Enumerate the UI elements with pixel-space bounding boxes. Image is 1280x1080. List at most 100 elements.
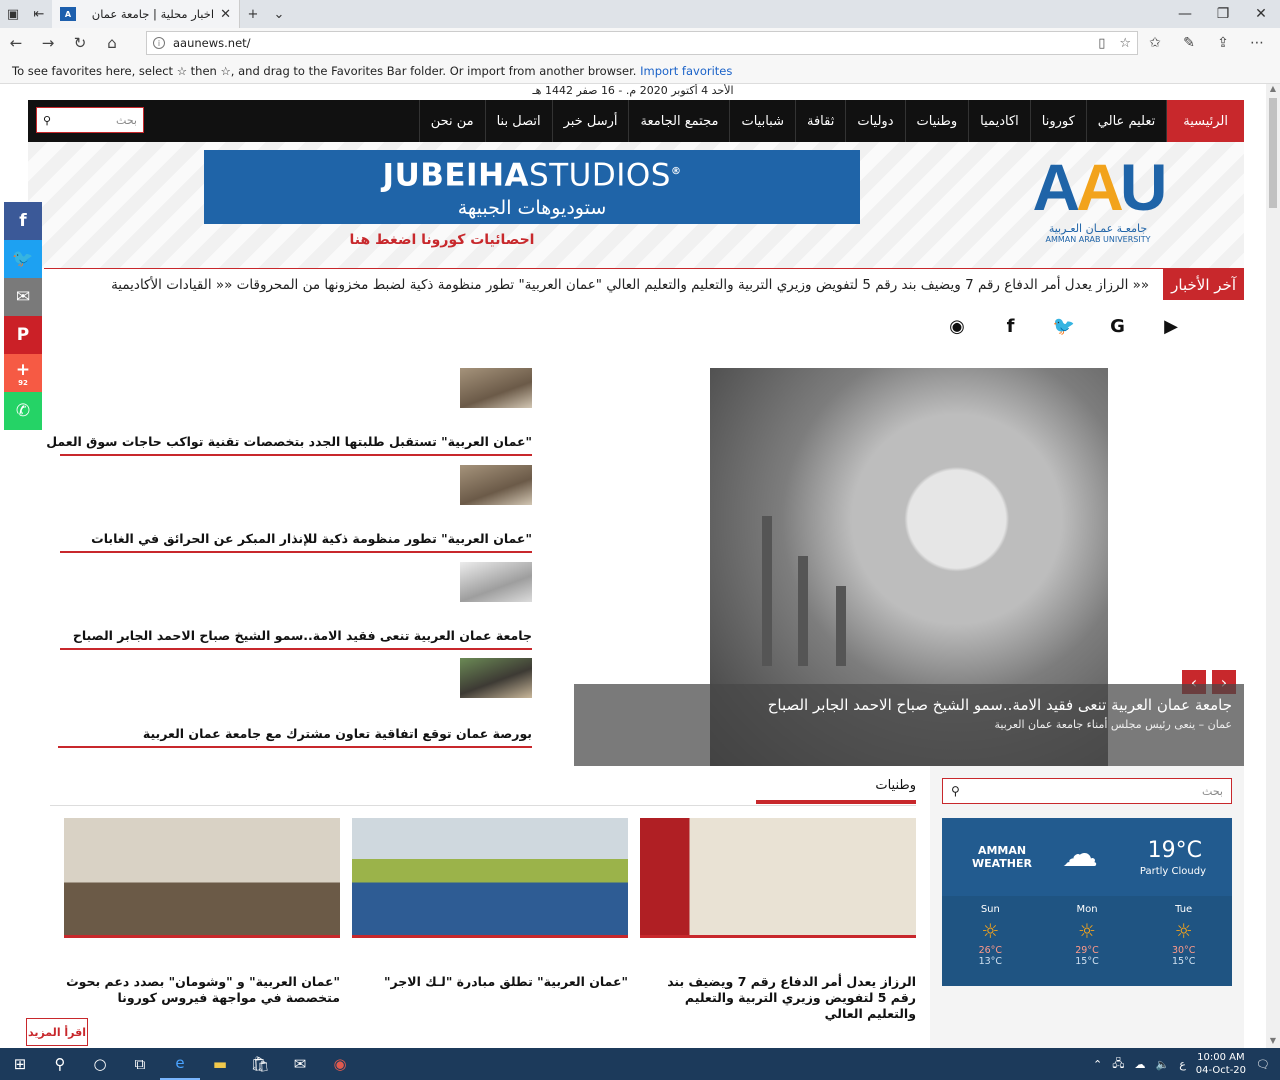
input-language[interactable]: ع bbox=[1179, 1058, 1186, 1071]
cortana-icon[interactable]: ○ bbox=[80, 1048, 120, 1080]
new-tab-icon[interactable]: + bbox=[240, 0, 266, 28]
news-card[interactable]: الرزاز يعدل أمر الدفاع رقم 7 ويضيف بند ر… bbox=[640, 818, 916, 1021]
nav-item-university-community[interactable]: مجتمع الجامعة bbox=[628, 100, 729, 142]
search-icon[interactable]: ⚲ bbox=[43, 114, 51, 127]
read-more-button[interactable]: اقرأ المزيد bbox=[26, 1018, 88, 1046]
slider-title[interactable]: جامعة عمان العربية تنعى فقيد الامة..سمو … bbox=[586, 696, 1232, 714]
featured-slider[interactable]: ‹ › جامعة عمان العربية تنعى فقيد الامة..… bbox=[574, 368, 1244, 766]
news-thumbnail[interactable] bbox=[460, 562, 532, 602]
volume-icon[interactable]: 🔈 bbox=[1156, 1058, 1170, 1071]
share-pinterest-icon[interactable]: P bbox=[4, 316, 42, 354]
sponsor-banner[interactable]: JUBEIHASTUDIOS® ستوديوهات الجبيهة bbox=[204, 150, 860, 224]
restore-icon[interactable]: ❐ bbox=[1204, 0, 1242, 28]
share-twitter-icon[interactable]: 🐦 bbox=[4, 240, 42, 278]
more-icon[interactable]: ⋯ bbox=[1240, 28, 1274, 58]
close-window-icon[interactable]: ✕ bbox=[1242, 0, 1280, 28]
notifications-icon[interactable]: 🗨 bbox=[1256, 1058, 1270, 1071]
news-title[interactable]: جامعة عمان العربية تنعى فقيد الامة..سمو … bbox=[73, 628, 532, 643]
twitter-icon[interactable]: 🐦 bbox=[1051, 313, 1077, 339]
windows-start-icon[interactable]: ⊞ bbox=[0, 1048, 40, 1080]
nav-item-higher-education[interactable]: تعليم عالي bbox=[1085, 100, 1166, 142]
ticker-text[interactable]: «« الرزاز يعدل أمر الدفاع رقم 7 ويضيف بن… bbox=[111, 277, 1163, 293]
section-title[interactable]: وطنيات bbox=[875, 778, 916, 793]
news-title[interactable]: "عمان العربية" تطور منظومة ذكية للإنذار … bbox=[91, 531, 532, 546]
news-title[interactable]: بورصة عمان توقع اتفاقية تعاون مشترك مع ج… bbox=[143, 726, 532, 741]
tab-actions-icon[interactable]: ▣ bbox=[0, 0, 26, 28]
nav-search-input[interactable]: بحث ⚲ bbox=[36, 107, 144, 133]
pen-icon[interactable]: ✎ bbox=[1172, 28, 1206, 58]
facebook-icon[interactable]: f bbox=[998, 313, 1024, 339]
task-view-icon[interactable]: ⧉ bbox=[120, 1048, 160, 1080]
home-icon[interactable]: ⌂ bbox=[96, 28, 128, 58]
news-thumbnail[interactable] bbox=[460, 368, 532, 408]
minimize-icon[interactable]: — bbox=[1166, 0, 1204, 28]
file-explorer-icon[interactable]: ▬ bbox=[200, 1048, 240, 1080]
nav-item-send-news[interactable]: أرسل خبر bbox=[551, 100, 629, 142]
reading-view-icon[interactable]: ▯ bbox=[1098, 36, 1105, 51]
url-text: aaunews.net/ bbox=[173, 36, 251, 50]
share-icon[interactable]: ⇪ bbox=[1206, 28, 1240, 58]
back-icon[interactable]: ← bbox=[0, 28, 32, 58]
chevron-down-icon[interactable]: ⌄ bbox=[266, 0, 292, 28]
site-logo[interactable]: AAU جامعـة عمـان العـربية AMMAN ARAB UNI… bbox=[1018, 152, 1178, 260]
close-tab-icon[interactable]: ✕ bbox=[220, 7, 231, 22]
news-thumbnail[interactable] bbox=[460, 658, 532, 698]
news-card[interactable]: "عمان العربية" و "وشومان" بصدد دعم بحوث … bbox=[64, 818, 340, 1005]
news-thumbnail[interactable] bbox=[460, 465, 532, 505]
youtube-icon[interactable]: ▶ bbox=[1158, 313, 1184, 339]
card-image[interactable] bbox=[64, 818, 340, 938]
forecast-low: 15°C bbox=[1075, 956, 1099, 967]
page-scrollbar[interactable]: ▲ ▼ bbox=[1266, 84, 1280, 1048]
nav-item-youth[interactable]: شبابيات bbox=[729, 100, 795, 142]
nav-item-culture[interactable]: ثقافة bbox=[795, 100, 845, 142]
address-field[interactable]: i aaunews.net/ ▯ ☆ bbox=[146, 31, 1138, 55]
nav-item-about[interactable]: من نحن bbox=[418, 100, 485, 142]
covid-stats-link[interactable]: احصائيات كورونا اضغط هنا bbox=[28, 232, 856, 248]
google-icon[interactable]: G bbox=[1105, 313, 1131, 339]
nav-item-corona[interactable]: كورونا bbox=[1029, 100, 1086, 142]
share-facebook-icon[interactable]: f bbox=[4, 202, 42, 240]
globe-icon[interactable]: ◉ bbox=[944, 313, 970, 339]
scroll-thumb[interactable] bbox=[1269, 98, 1277, 208]
browser-tab[interactable]: A اخبار محلية | جامعة عمان ✕ bbox=[52, 0, 240, 28]
side-news-item[interactable]: جامعة عمان العربية تنعى فقيد الامة..سمو … bbox=[58, 562, 532, 652]
scroll-up-icon[interactable]: ▲ bbox=[1266, 84, 1280, 96]
search-icon[interactable]: ⚲ bbox=[40, 1048, 80, 1080]
share-whatsapp-icon[interactable]: ✆ bbox=[4, 392, 42, 430]
import-favorites-link[interactable]: Import favorites bbox=[640, 64, 732, 78]
site-info-icon[interactable]: i bbox=[153, 37, 165, 49]
side-news-item[interactable]: "عمان العربية" تستقبل طلبتها الجدد بتخصص… bbox=[46, 368, 532, 458]
search-icon[interactable]: ⚲ bbox=[951, 784, 960, 798]
forward-icon[interactable]: → bbox=[32, 28, 64, 58]
nav-item-international[interactable]: دوليات bbox=[845, 100, 904, 142]
share-email-icon[interactable]: ✉ bbox=[4, 278, 42, 316]
side-news-item[interactable]: بورصة عمان توقع اتفاقية تعاون مشترك مع ج… bbox=[58, 658, 532, 748]
news-card[interactable]: "عمان العربية" تطلق مبادرة "لـك الاجر" bbox=[352, 818, 628, 989]
nav-item-contact[interactable]: اتصل بنا bbox=[484, 100, 552, 142]
clock[interactable]: 10:00 AM 04-Oct-20 bbox=[1196, 1051, 1246, 1077]
app-icon[interactable]: ◉ bbox=[320, 1048, 360, 1080]
onedrive-icon[interactable]: ☁ bbox=[1135, 1058, 1146, 1071]
edge-browser-icon[interactable]: e bbox=[160, 1048, 200, 1080]
card-image[interactable] bbox=[640, 818, 916, 938]
card-title[interactable]: "عمان العربية" تطلق مبادرة "لـك الاجر" bbox=[352, 974, 628, 990]
card-image[interactable] bbox=[352, 818, 628, 938]
side-news-item[interactable]: "عمان العربية" تطور منظومة ذكية للإنذار … bbox=[58, 465, 532, 555]
card-title[interactable]: "عمان العربية" و "وشومان" بصدد دعم بحوث … bbox=[64, 974, 340, 1006]
chevron-up-icon[interactable]: ⌃ bbox=[1093, 1058, 1102, 1071]
card-title[interactable]: الرزاز يعدل أمر الدفاع رقم 7 ويضيف بند ر… bbox=[640, 974, 916, 1022]
network-icon[interactable]: 🖧 bbox=[1112, 1055, 1124, 1074]
nav-item-national[interactable]: وطنيات bbox=[904, 100, 969, 142]
refresh-icon[interactable]: ↻ bbox=[64, 28, 96, 58]
mail-icon[interactable]: ✉ bbox=[280, 1048, 320, 1080]
store-icon[interactable]: 🛍 bbox=[240, 1048, 280, 1080]
scroll-down-icon[interactable]: ▼ bbox=[1266, 1036, 1280, 1048]
favorites-icon[interactable]: ✩ bbox=[1138, 28, 1172, 58]
nav-item-academia[interactable]: اكاديميا bbox=[968, 100, 1030, 142]
tab-preview-icon[interactable]: ⇤ bbox=[26, 0, 52, 28]
news-title[interactable]: "عمان العربية" تستقبل طلبتها الجدد بتخصص… bbox=[46, 434, 532, 449]
sidebar-search-input[interactable]: بحث ⚲ bbox=[942, 778, 1232, 804]
nav-item-home[interactable]: الرئيسية bbox=[1166, 100, 1244, 142]
share-more-button[interactable]: + 92 bbox=[4, 354, 42, 392]
favorite-star-icon[interactable]: ☆ bbox=[1119, 36, 1131, 51]
